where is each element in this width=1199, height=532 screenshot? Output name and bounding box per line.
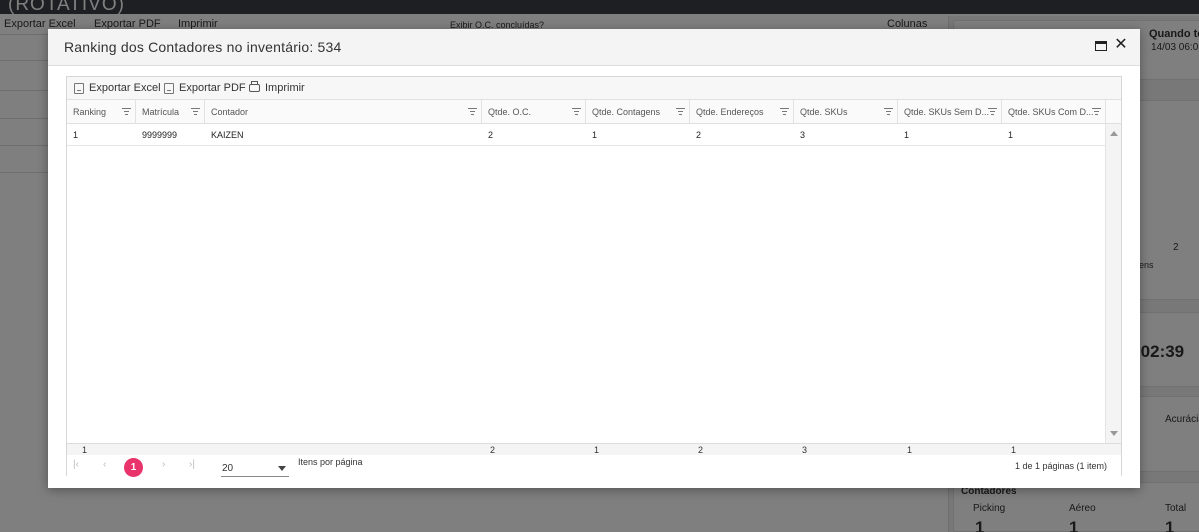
cell-qtde-enderecos: 2 <box>696 130 702 140</box>
chevron-down-icon <box>278 466 286 471</box>
filter-icon[interactable] <box>988 108 997 116</box>
filter-icon[interactable] <box>572 108 581 116</box>
total-qtde-contagens: 1 <box>594 445 600 455</box>
page-size-value: 20 <box>222 463 234 474</box>
cell-qtde-skus-com: 1 <box>1008 130 1014 140</box>
column-header-qtde-skus-sem[interactable]: Qtde. SKUs Sem D... <box>898 100 1002 124</box>
cell-contador: KAIZEN <box>211 130 244 140</box>
column-header-label: Qtde. SKUs <box>800 107 848 117</box>
filter-icon[interactable] <box>122 108 131 116</box>
page-size-select[interactable]: 20 <box>221 460 289 477</box>
ranking-grid: Exportar Excel Exportar PDF Imprimir Ran… <box>66 76 1122 477</box>
column-header-label: Qtde. O.C. <box>488 107 532 117</box>
page-button-current[interactable]: 1 <box>124 458 143 477</box>
column-header-matricula[interactable]: Matrícula <box>136 100 205 124</box>
pager: |‹ ‹ 1 › ›| 20 Itens por página 1 de 1 p… <box>67 455 1121 477</box>
column-header-label: Qtde. SKUs Com D... <box>1008 107 1094 117</box>
print-button[interactable]: Imprimir <box>249 81 305 94</box>
printer-icon <box>249 81 260 92</box>
filter-icon[interactable] <box>191 108 200 116</box>
excel-file-icon <box>74 82 84 94</box>
cell-qtde-contagens: 1 <box>592 130 598 140</box>
total-qtde-oc: 2 <box>490 445 496 455</box>
column-header-qtde-skus-com[interactable]: Qtde. SKUs Com D... <box>1002 100 1106 124</box>
filter-icon[interactable] <box>884 108 893 116</box>
export-excel-label: Exportar Excel <box>89 82 161 94</box>
filter-icon[interactable] <box>780 108 789 116</box>
ranking-modal: Ranking dos Contadores no inventário: 53… <box>48 29 1140 488</box>
total-ranking: 1 <box>82 445 88 455</box>
grid-body: 1 9999999 KAIZEN 2 1 2 3 1 1 <box>67 124 1105 443</box>
maximize-icon[interactable] <box>1094 39 1108 53</box>
previous-page-icon[interactable]: ‹ <box>103 459 106 470</box>
column-header-ranking[interactable]: Ranking <box>67 100 136 124</box>
cell-qtde-oc: 2 <box>488 130 494 140</box>
cell-qtde-skus-sem: 1 <box>904 130 910 140</box>
filter-icon[interactable] <box>676 108 685 116</box>
next-page-icon[interactable]: › <box>162 459 165 470</box>
column-header-label: Qtde. Contagens <box>592 107 661 117</box>
column-header-label: Qtde. SKUs Sem D... <box>904 107 990 117</box>
column-header-qtde-skus[interactable]: Qtde. SKUs <box>794 100 898 124</box>
export-excel-button[interactable]: Exportar Excel <box>74 82 161 94</box>
grid-toolbar: Exportar Excel Exportar PDF Imprimir <box>67 77 1121 100</box>
page-size-label: Itens por página <box>298 457 363 467</box>
last-page-icon[interactable]: ›| <box>189 459 195 470</box>
export-pdf-label: Exportar PDF <box>179 82 246 94</box>
column-header-label: Qtde. Endereços <box>696 107 764 117</box>
vertical-scrollbar[interactable] <box>1105 124 1121 443</box>
column-header-label: Contador <box>211 107 249 117</box>
scroll-up-icon[interactable] <box>1110 131 1118 136</box>
close-icon[interactable]: ✕ <box>1114 36 1128 54</box>
pager-info: 1 de 1 páginas (1 item) <box>1014 461 1107 471</box>
column-header-contador[interactable]: Contador <box>205 100 482 124</box>
column-header-qtde-contagens[interactable]: Qtde. Contagens <box>586 100 690 124</box>
column-header-qtde-oc[interactable]: Qtde. O.C. <box>482 100 586 124</box>
table-row[interactable]: 1 9999999 KAIZEN 2 1 2 3 1 1 <box>67 124 1105 146</box>
export-pdf-button[interactable]: Exportar PDF <box>164 82 246 94</box>
total-qtde-skus: 3 <box>802 445 808 455</box>
filter-icon[interactable] <box>468 108 477 116</box>
print-label: Imprimir <box>265 82 305 94</box>
pdf-file-icon <box>164 82 174 94</box>
grid-header: Ranking Matrícula Contador Qtde. O.C. Qt… <box>67 100 1121 124</box>
total-qtde-enderecos: 2 <box>698 445 704 455</box>
modal-title: Ranking dos Contadores no inventário: 53… <box>64 39 342 55</box>
cell-matricula: 9999999 <box>142 130 178 140</box>
filter-icon[interactable] <box>1092 108 1101 116</box>
total-qtde-skus-sem: 1 <box>907 445 913 455</box>
total-qtde-skus-com: 1 <box>1011 445 1017 455</box>
column-header-qtde-enderecos[interactable]: Qtde. Endereços <box>690 100 794 124</box>
column-header-label: Matrícula <box>142 107 180 117</box>
first-page-icon[interactable]: |‹ <box>73 459 79 470</box>
modal-header: Ranking dos Contadores no inventário: 53… <box>48 29 1140 66</box>
cell-qtde-skus: 3 <box>800 130 806 140</box>
column-header-label: Ranking <box>73 107 107 117</box>
grid-totals-row: 1 2 1 2 3 1 1 <box>67 443 1121 455</box>
scroll-down-icon[interactable] <box>1110 431 1118 436</box>
cell-ranking: 1 <box>73 130 79 140</box>
